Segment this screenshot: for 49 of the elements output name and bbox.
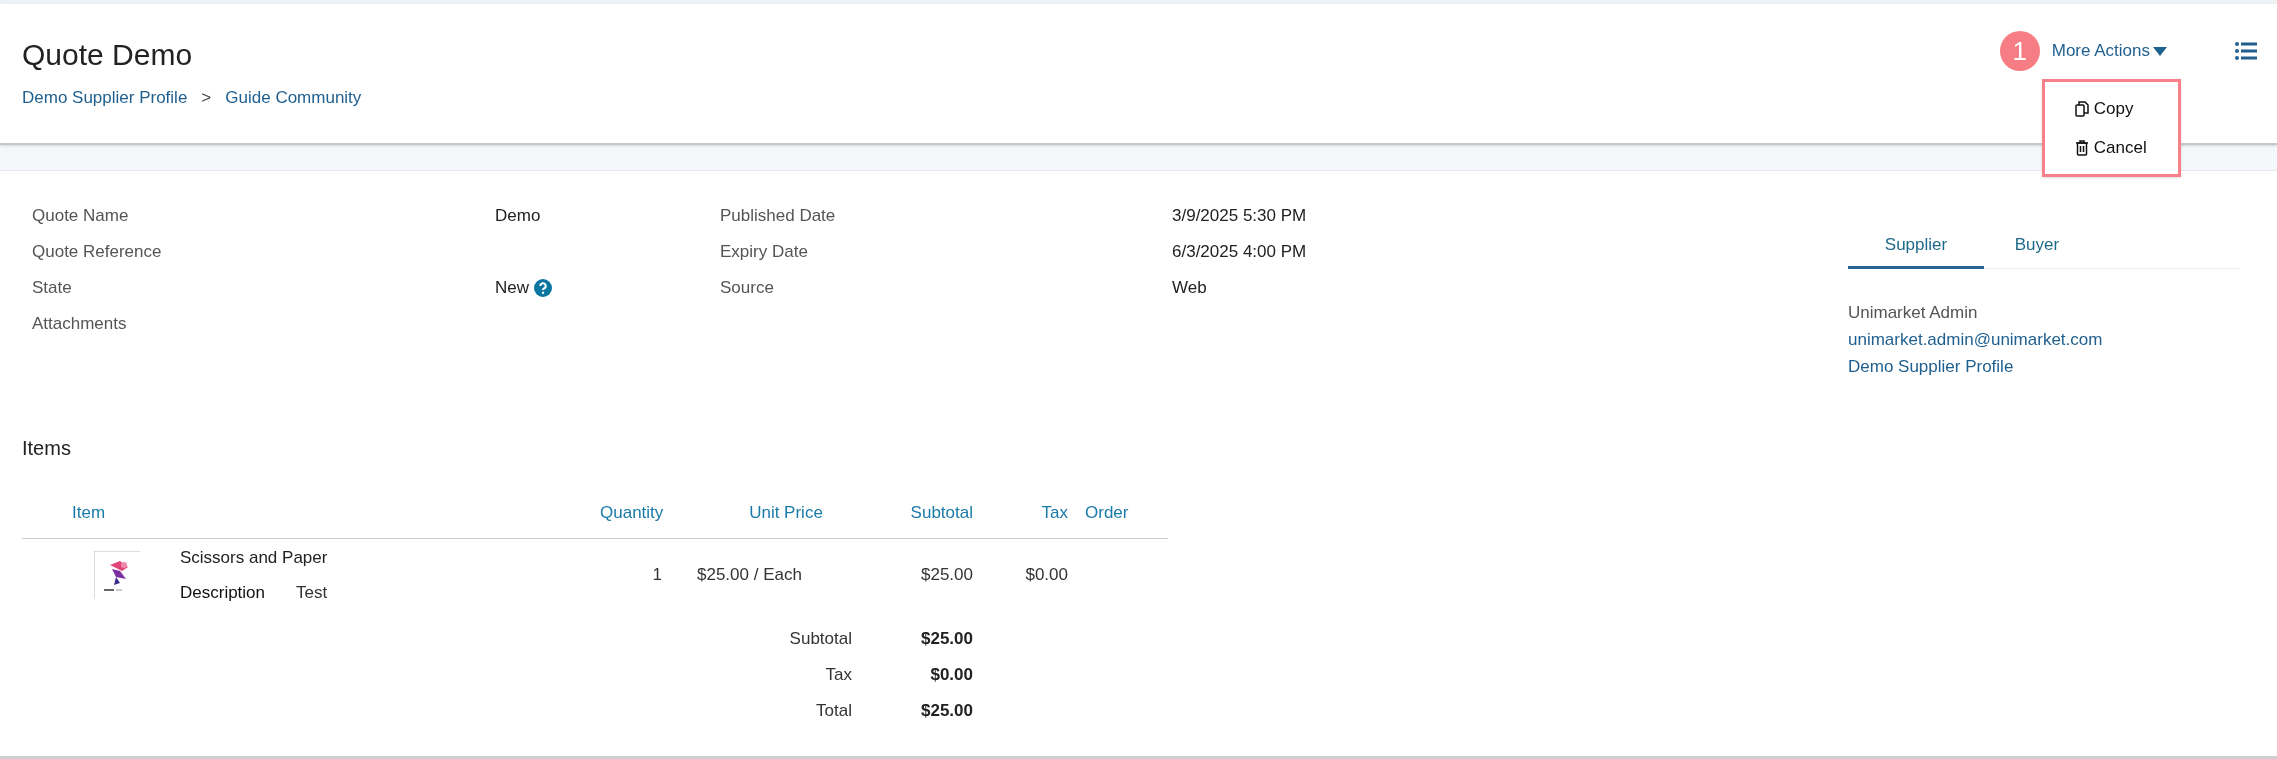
table-cell: $25.00 <box>921 565 973 585</box>
menu-item[interactable]: Cancel <box>2074 135 2147 161</box>
column-header[interactable]: Unit Price <box>749 502 823 522</box>
total-label: Tax <box>825 665 852 685</box>
description-label: Description <box>180 582 266 604</box>
contact-name: Unimarket Admin <box>1848 302 1978 324</box>
column-header[interactable]: Tax <box>1041 502 1068 522</box>
copy-icon <box>2074 100 2089 117</box>
field-value: Demo <box>495 205 541 228</box>
help-icon[interactable] <box>534 279 552 297</box>
menu-item[interactable]: Copy <box>2074 95 2134 122</box>
total-label: Subtotal <box>789 629 852 649</box>
field-value: 6/3/2025 4:00 PM <box>1172 241 1307 264</box>
total-label: Total <box>816 701 852 721</box>
table-cell: $25.00 / Each <box>697 565 802 585</box>
table-cell: 1 <box>652 565 662 585</box>
total-value: $25.00 <box>921 629 973 649</box>
trash-icon <box>2074 140 2089 156</box>
breadcrumb-link[interactable]: Guide Community <box>225 85 362 111</box>
breadcrumb-link[interactable]: Demo Supplier Profile <box>22 85 188 111</box>
breadcrumb-separator: > <box>201 87 212 109</box>
column-header[interactable]: Order <box>1085 502 1129 522</box>
field-label: State <box>32 277 72 300</box>
list-icon[interactable] <box>2235 42 2257 60</box>
description-value: Test <box>296 582 328 604</box>
section-heading: Items <box>22 436 71 461</box>
tab[interactable]: Buyer <box>1984 224 2090 269</box>
field-value: Web <box>1172 277 1207 300</box>
field-label: Quote Name <box>32 205 129 228</box>
field-label: Source <box>720 277 774 300</box>
column-header[interactable]: Quantity <box>600 502 664 522</box>
column-header[interactable]: Item <box>72 502 106 522</box>
total-value: $25.00 <box>921 701 973 721</box>
field-label: Quote Reference <box>32 241 162 264</box>
table-cell: $0.00 <box>1025 565 1068 585</box>
field-label: Expiry Date <box>720 241 808 264</box>
field-value: 3/9/2025 5:30 PM <box>1172 205 1307 228</box>
total-value: $0.00 <box>930 665 973 685</box>
tab[interactable]: Supplier <box>1848 224 1984 269</box>
field-label: Published Date <box>720 205 836 228</box>
profile-link[interactable]: Demo Supplier Profile <box>1848 353 2014 380</box>
step-badge: 1 <box>1999 31 2040 71</box>
caret-icon <box>2153 46 2167 56</box>
column-header[interactable]: Subtotal <box>910 502 973 522</box>
page-title: Quote Demo <box>22 37 193 73</box>
email-link[interactable]: unimarket.admin@unimarket.com <box>1848 326 2103 353</box>
field-value: New <box>495 277 529 300</box>
item-name: Scissors and Paper <box>180 546 328 569</box>
field-label: Attachments <box>32 313 127 336</box>
